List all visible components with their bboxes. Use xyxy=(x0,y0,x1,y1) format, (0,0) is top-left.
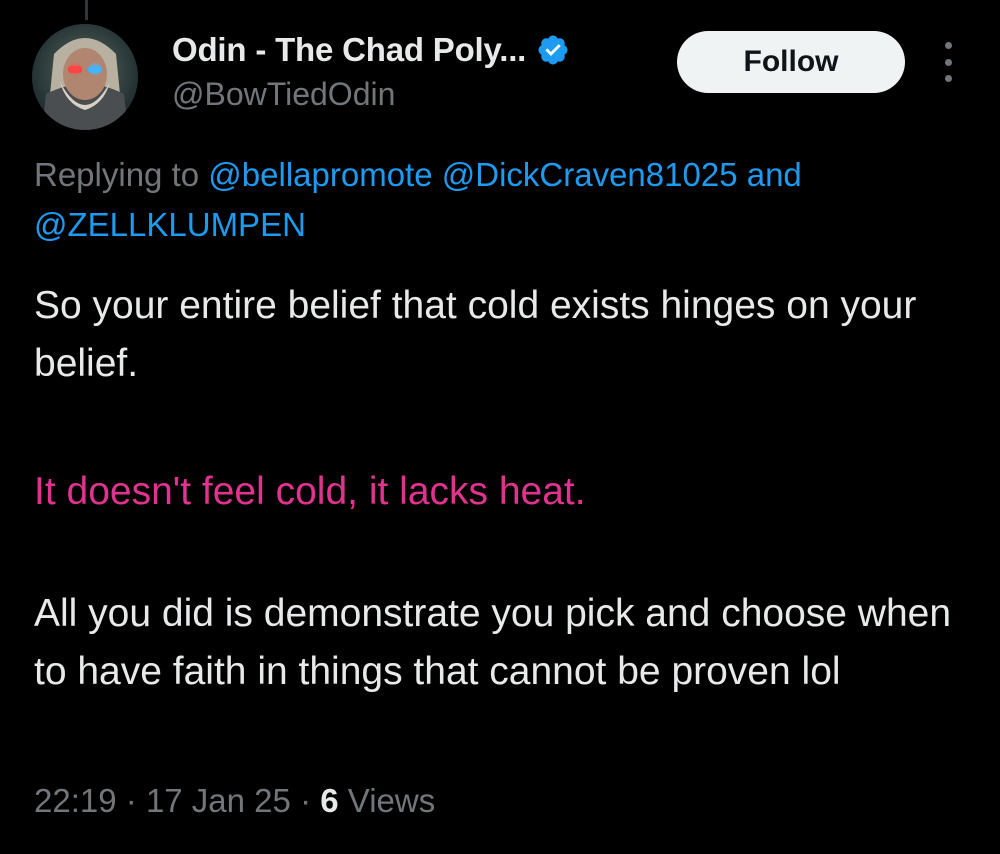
follow-button[interactable]: Follow xyxy=(677,31,905,93)
separator: · xyxy=(125,782,137,819)
separator: · xyxy=(300,782,312,819)
mention-link[interactable]: @bellapromote xyxy=(208,156,432,193)
author-block[interactable]: Odin - The Chad Poly... @BowTiedOdin xyxy=(172,28,570,113)
more-dot xyxy=(944,75,952,82)
replying-to-conjunction: and xyxy=(746,156,802,193)
mention-link[interactable]: @DickCraven81025 xyxy=(442,156,738,193)
more-dot xyxy=(944,58,952,66)
views-label: Views xyxy=(347,782,436,819)
views-count: 6 xyxy=(320,782,339,819)
avatar[interactable] xyxy=(32,24,138,130)
replying-to-label: Replying to xyxy=(34,156,200,193)
thread-connector-line xyxy=(85,0,88,20)
author-display-name[interactable]: Odin - The Chad Poly... xyxy=(172,31,526,69)
mention-link[interactable]: @ZELLKLUMPEN xyxy=(34,206,306,243)
verified-badge-icon xyxy=(538,35,568,65)
tweet-metadata: 22:19 · 17 Jan 25 · 6 Views xyxy=(34,782,435,820)
tweet-paragraph: So your entire belief that cold exists h… xyxy=(34,284,917,385)
more-options-icon[interactable] xyxy=(934,42,962,82)
avatar-image xyxy=(32,24,138,130)
author-handle[interactable]: @BowTiedOdin xyxy=(172,76,570,113)
more-dot xyxy=(944,42,952,49)
tweet-paragraph-highlighted: It doesn't feel cold, it lacks heat. xyxy=(34,470,586,513)
replying-to-line: Replying to @bellapromote @DickCraven810… xyxy=(34,150,974,250)
tweet-time[interactable]: 22:19 xyxy=(34,782,117,819)
tweet-date[interactable]: 17 Jan 25 xyxy=(146,782,291,819)
tweet-paragraph: All you did is demonstrate you pick and … xyxy=(34,592,952,693)
